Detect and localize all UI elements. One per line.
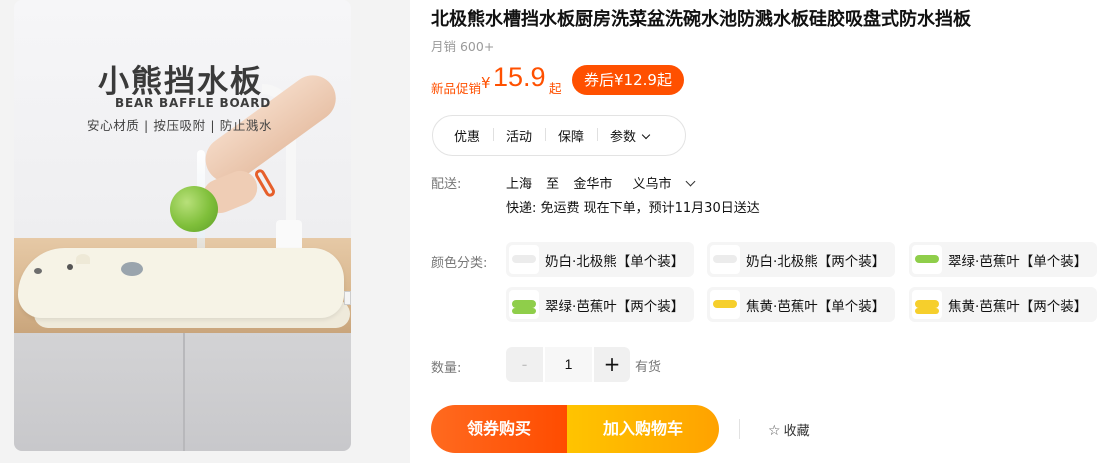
image-title: 小熊挡水板 [98, 64, 263, 100]
quantity-input[interactable] [545, 347, 592, 382]
sku-swatch [713, 300, 737, 308]
sku-thumbnail [912, 290, 942, 319]
chevron-down-icon [686, 176, 696, 187]
sku-option[interactable]: 焦黄·芭蕉叶【单个装】 [707, 287, 896, 322]
bear-eye-illustration [67, 264, 73, 270]
tab-params[interactable]: 参数 [597, 126, 662, 145]
sku-swatch [713, 255, 737, 263]
shipping-from: 上海 [506, 177, 533, 192]
sku-option[interactable]: 奶白·北极熊【单个装】 [506, 242, 695, 277]
tab-params-label: 参数 [610, 130, 637, 145]
shipping-district: 义乌市 [632, 177, 672, 192]
price-value: 15.9 [493, 62, 546, 92]
price-currency: ¥ [481, 74, 491, 92]
star-icon: ☆ [768, 423, 781, 439]
product-title: 北极熊水槽挡水板厨房洗菜盆洗碗水池防溅水板硅胶吸盘式防水挡板 [431, 9, 971, 30]
image-subtitle: BEAR BAFFLE BOARD [115, 96, 272, 110]
shipping-to-word: 至 [546, 177, 560, 192]
tab-guarantee[interactable]: 保障 [545, 126, 597, 145]
product-main-image[interactable]: 小熊挡水板 BEAR BAFFLE BOARD 安心材质 | 按压吸附 | 防止… [14, 0, 351, 451]
shipping-city[interactable]: 金华市 [573, 177, 612, 192]
image-features: 安心材质 | 按压吸附 | 防止溅水 [87, 118, 273, 133]
sku-thumbnail [912, 245, 942, 274]
apple-illustration [170, 186, 218, 232]
price-suffix: 起 [549, 81, 562, 96]
shipping-detail: 快递: 免运费 现在下单，预计11月30日送达 [506, 201, 760, 216]
coupon-price-badge[interactable]: 券后¥12.9起 [572, 65, 684, 95]
sku-option[interactable]: 焦黄·芭蕉叶【两个装】 [909, 287, 1098, 322]
sku-label: 焦黄·芭蕉叶【两个装】 [948, 298, 1088, 315]
price-label: 新品促销 [431, 81, 482, 96]
favorite-button[interactable]: ☆ 收藏 [768, 420, 810, 439]
sku-label: 翠绿·芭蕉叶【单个装】 [948, 253, 1088, 270]
chevron-down-icon [641, 130, 651, 140]
add-to-cart-button[interactable]: 加入购物车 [567, 405, 719, 453]
bear-ear-illustration [76, 254, 90, 264]
sku-label: 奶白·北极熊【两个装】 [746, 253, 886, 270]
info-tabs: 优惠 活动 保障 参数 [432, 115, 686, 156]
sku-label: 焦黄·芭蕉叶【单个装】 [746, 298, 886, 315]
sku-thumbnail [710, 290, 740, 319]
sku-swatch [915, 308, 939, 314]
sku-swatch [512, 300, 536, 308]
color-label: 颜色分类: [431, 256, 488, 271]
bear-spot-illustration [121, 262, 143, 276]
image-cabinet [14, 333, 351, 451]
shipping-route: 上海 至 金华市 义乌市 [506, 173, 714, 192]
sku-label: 奶白·北极熊【单个装】 [545, 253, 685, 270]
bear-nose-illustration [34, 268, 42, 274]
wall-outlet-illustration [344, 291, 351, 305]
tab-discount[interactable]: 优惠 [441, 126, 493, 145]
quantity-increase-button[interactable]: + [594, 347, 630, 382]
sku-swatch [512, 255, 536, 263]
action-divider [739, 419, 740, 439]
shipping-label: 配送: [431, 177, 462, 192]
sku-swatch [915, 255, 939, 263]
stock-status: 有货 [635, 360, 662, 375]
sku-label: 翠绿·芭蕉叶【两个装】 [545, 298, 685, 315]
quantity-label: 数量: [431, 361, 462, 376]
image-panel: 小熊挡水板 BEAR BAFFLE BOARD 安心材质 | 按压吸附 | 防止… [0, 0, 410, 463]
sku-thumbnail [509, 290, 539, 319]
sku-thumbnail [509, 245, 539, 274]
price-row: 新品促销 ¥ 15.9 起 券后¥12.9起 [431, 62, 1031, 96]
tab-activity[interactable]: 活动 [493, 126, 545, 145]
sku-swatch [512, 308, 536, 314]
sku-option[interactable]: 翠绿·芭蕉叶【两个装】 [506, 287, 695, 322]
monthly-sales: 月销 600+ [431, 39, 495, 54]
bear-baffle-illustration [18, 248, 344, 318]
sku-swatch [915, 300, 939, 308]
quantity-decrease-button[interactable]: - [506, 347, 543, 382]
sku-option[interactable]: 翠绿·芭蕉叶【单个装】 [909, 242, 1098, 277]
favorite-label: 收藏 [783, 424, 810, 439]
shipping-district-selector[interactable]: 义乌市 [632, 176, 704, 192]
buy-with-coupon-button[interactable]: 领券购买 [431, 405, 567, 453]
sku-option[interactable]: 奶白·北极熊【两个装】 [707, 242, 896, 277]
sku-thumbnail [710, 245, 740, 274]
